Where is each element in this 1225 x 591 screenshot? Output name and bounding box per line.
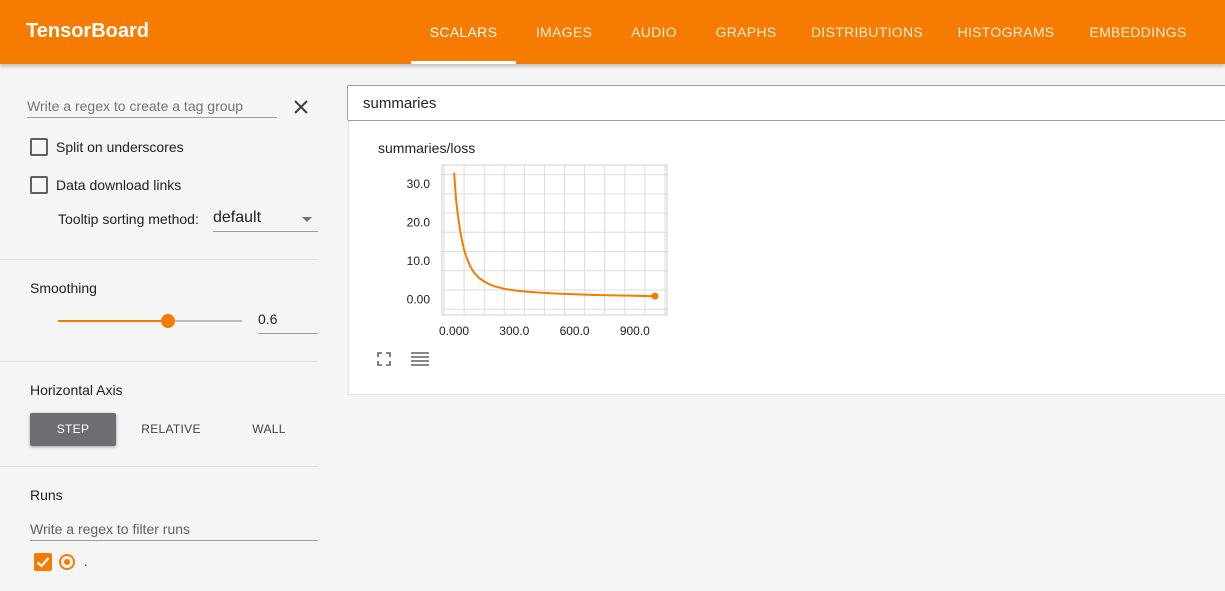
x-tick-label: 900.0	[620, 324, 650, 338]
tab-embeddings[interactable]: EMBEDDINGS	[1076, 0, 1200, 64]
tab-scalars[interactable]: SCALARS	[411, 0, 516, 64]
tab-graphs[interactable]: GRAPHS	[700, 0, 792, 64]
y-tick-label: 0.00	[407, 293, 431, 307]
divider	[0, 259, 318, 260]
divider	[0, 466, 318, 467]
run-name: .	[84, 554, 88, 569]
axis-step-button[interactable]: STEP	[30, 413, 116, 446]
tab-distributions[interactable]: DISTRIBUTIONS	[800, 0, 934, 64]
clear-tag-group-button[interactable]	[290, 96, 312, 118]
series-end-point	[651, 292, 659, 300]
y-tick-label: 20.0	[407, 216, 431, 230]
checkmark-icon	[36, 557, 50, 568]
close-icon	[294, 100, 308, 114]
dropdown-arrow-icon	[302, 217, 312, 222]
fit-domain-button[interactable]	[376, 351, 392, 372]
runs-title: Runs	[30, 487, 63, 503]
run-radio[interactable]	[59, 554, 75, 570]
fit-domain-icon	[377, 352, 391, 366]
smoothing-value-input[interactable]: 0.6	[258, 311, 318, 334]
tag-search-input[interactable]: summaries	[347, 85, 1225, 121]
x-tick-label: 600.0	[560, 324, 590, 338]
data-download-label: Data download links	[56, 177, 182, 193]
tab-histograms[interactable]: HISTOGRAMS	[943, 0, 1069, 64]
x-tick-label: 0.000	[439, 324, 469, 338]
split-underscores-label: Split on underscores	[56, 139, 184, 155]
x-tick-label: 300.0	[499, 324, 529, 338]
data-download-checkbox[interactable]	[30, 176, 48, 194]
y-tick-labels: 0.00 10.0 20.0 30.0	[407, 177, 431, 306]
smoothing-slider[interactable]	[58, 314, 242, 328]
tooltip-sorting-label: Tooltip sorting method:	[58, 211, 199, 227]
smoothing-value: 0.6	[258, 311, 278, 327]
app-title: TensorBoard	[26, 20, 149, 42]
smoothing-slider-knob[interactable]	[161, 314, 176, 328]
divider	[0, 361, 318, 362]
smoothing-title: Smoothing	[30, 280, 97, 296]
top-app-bar: TensorBoard SCALARS IMAGES AUDIO GRAPHS …	[0, 0, 1225, 64]
chart-title: summaries/loss	[378, 140, 476, 156]
y-tick-label: 30.0	[407, 177, 431, 191]
split-underscores-checkbox[interactable]	[30, 138, 48, 156]
tag-search-value: summaries	[363, 95, 437, 112]
y-tick-label: 10.0	[407, 254, 431, 268]
tag-group-input[interactable]	[27, 94, 277, 118]
smoothing-slider-fill	[58, 320, 169, 322]
x-tick-labels: 0.000 300.0 600.0 900.0	[439, 324, 650, 338]
list-icon	[411, 352, 429, 366]
toggle-log-scale-button[interactable]	[410, 351, 430, 372]
tooltip-sorting-select[interactable]: default	[213, 206, 318, 232]
axis-wall-button[interactable]: WALL	[226, 413, 312, 446]
tooltip-sorting-value: default	[213, 209, 262, 226]
loss-chart[interactable]: 0.00 10.0 20.0 30.0 0.000 300.0 600.0 900.0	[390, 160, 675, 340]
tab-audio[interactable]: AUDIO	[617, 0, 691, 64]
tab-images[interactable]: IMAGES	[521, 0, 607, 64]
horizontal-axis-title: Horizontal Axis	[30, 382, 123, 398]
run-checkbox[interactable]	[34, 553, 52, 571]
axis-relative-button[interactable]: RELATIVE	[128, 413, 214, 446]
runs-filter-input[interactable]	[30, 517, 318, 541]
